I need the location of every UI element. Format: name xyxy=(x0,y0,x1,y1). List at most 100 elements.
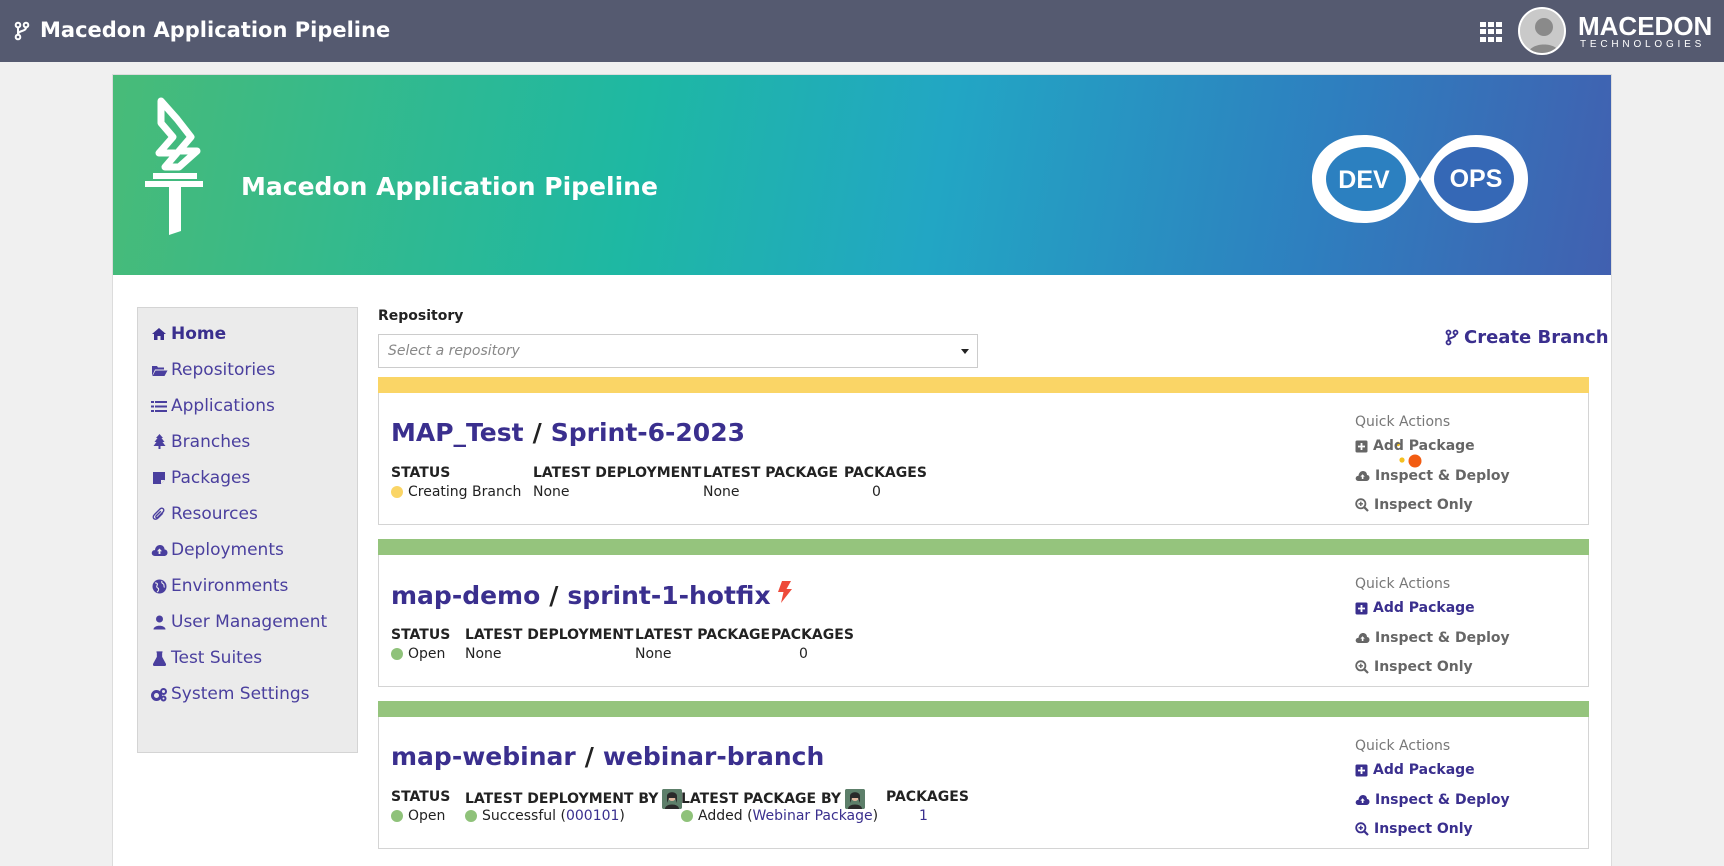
add-package-button[interactable]: Add Package xyxy=(1355,600,1475,616)
status-value: Creating Branch xyxy=(391,484,521,500)
plus-square-icon xyxy=(1355,764,1368,776)
list-icon xyxy=(150,398,168,414)
status-stripe xyxy=(378,377,1589,393)
sidebar-item-label: Test Suites xyxy=(171,648,263,668)
code-branch-icon xyxy=(14,21,30,45)
quick-actions-title: Quick Actions xyxy=(1355,414,1451,430)
repository-select-placeholder: Select a repository xyxy=(388,343,520,359)
main-panel: Macedon Application Pipeline DEV OPS Hom… xyxy=(112,74,1612,866)
status-value: Open xyxy=(391,646,445,662)
quick-actions-title: Quick Actions xyxy=(1355,576,1451,592)
packages-count: 0 xyxy=(872,484,881,500)
status-header: STATUS xyxy=(391,627,451,643)
repo-link[interactable]: map-demo xyxy=(391,581,540,610)
inspect-only-button[interactable]: Inspect Only xyxy=(1355,821,1473,837)
branch-link[interactable]: webinar-branch xyxy=(603,742,824,771)
top-navbar: Macedon Application Pipeline MACEDON TEC… xyxy=(0,0,1724,62)
svg-text:OPS: OPS xyxy=(1450,165,1503,193)
sidebar-item-label: User Management xyxy=(171,612,328,632)
cloud-upload-icon xyxy=(1355,633,1370,643)
cogs-icon xyxy=(150,686,168,702)
search-plus-icon xyxy=(1355,498,1369,512)
latest-package-value: None xyxy=(635,646,672,662)
repository-select[interactable]: Select a repository xyxy=(378,334,978,368)
latest-deployment-value: None xyxy=(465,646,502,662)
app-title: Macedon Application Pipeline xyxy=(40,18,391,42)
status-value: Open xyxy=(391,808,445,824)
sidebar-item-resources[interactable]: Resources xyxy=(150,500,258,528)
sidebar-item-packages[interactable]: Packages xyxy=(150,464,250,492)
user-icon xyxy=(150,614,168,630)
plus-square-icon xyxy=(1355,440,1368,452)
sidebar-item-label: Environments xyxy=(171,576,289,596)
repo-link[interactable]: map-webinar xyxy=(391,742,576,771)
sidebar-item-test-suites[interactable]: Test Suites xyxy=(150,644,262,672)
sidebar-item-label: Packages xyxy=(171,468,251,488)
cloud-upload-icon xyxy=(1355,795,1370,805)
search-plus-icon xyxy=(1355,822,1369,836)
latest-package-by-header: LATEST PACKAGE BY xyxy=(681,789,866,809)
sidebar-item-repositories[interactable]: Repositories xyxy=(150,356,275,384)
sidebar-item-system-settings[interactable]: System Settings xyxy=(150,680,310,708)
sidebar-item-user-management[interactable]: User Management xyxy=(150,608,327,636)
sidebar-item-label: System Settings xyxy=(171,684,310,704)
sidebar-item-branches[interactable]: Branches xyxy=(150,428,250,456)
inspect-deploy-button[interactable]: Inspect & Deploy xyxy=(1355,468,1510,484)
sidebar-item-applications[interactable]: Applications xyxy=(150,392,275,420)
flask-icon xyxy=(150,650,168,666)
company-logo-text: MACEDON xyxy=(1578,11,1713,41)
branch-link[interactable]: Sprint-6-2023 xyxy=(551,418,745,447)
torch-logo-icon xyxy=(139,97,209,247)
code-branch-icon xyxy=(1445,329,1459,346)
sidebar-item-home[interactable]: Home xyxy=(150,320,226,348)
repo-link[interactable]: MAP_Test xyxy=(391,418,524,447)
sidebar-item-deployments[interactable]: Deployments xyxy=(150,536,284,564)
company-logo-subtext: TECHNOLOGIES xyxy=(1580,39,1706,50)
inspect-deploy-button[interactable]: Inspect & Deploy xyxy=(1355,792,1510,808)
inspect-deploy-button[interactable]: Inspect & Deploy xyxy=(1355,630,1510,646)
sidebar-nav: Home Repositories Applications Branches … xyxy=(137,307,358,753)
sidebar-item-label: Applications xyxy=(171,396,275,416)
latest-deployment-value: Successful (000101) xyxy=(465,808,625,824)
branch-title: map-demo / sprint-1-hotfix xyxy=(391,580,793,610)
add-package-button[interactable]: Add Package xyxy=(1355,438,1475,454)
apps-grid-icon[interactable] xyxy=(1480,22,1502,42)
status-dot xyxy=(681,810,693,822)
hero-banner: Macedon Application Pipeline DEV OPS xyxy=(113,75,1611,275)
branch-card: map-demo / sprint-1-hotfix STATUS LATEST… xyxy=(378,539,1589,687)
branch-card: map-webinar / webinar-branch STATUS LATE… xyxy=(378,701,1589,849)
branch-link[interactable]: sprint-1-hotfix xyxy=(567,581,770,610)
add-package-button[interactable]: Add Package xyxy=(1355,762,1475,778)
user-avatar xyxy=(662,789,683,809)
sidebar-item-label: Home xyxy=(171,324,227,344)
latest-package-header: LATEST PACKAGE xyxy=(703,465,839,481)
status-dot xyxy=(465,810,477,822)
branch-title: map-webinar / webinar-branch xyxy=(391,742,825,771)
status-dot xyxy=(391,810,403,822)
user-avatar[interactable] xyxy=(1518,7,1566,55)
packages-header: PACKAGES xyxy=(844,465,927,481)
sidebar-item-label: Repositories xyxy=(171,360,276,380)
branch-card: MAP_Test / Sprint-6-2023 STATUS LATEST D… xyxy=(378,377,1589,525)
status-dot xyxy=(391,486,403,498)
sidebar-item-environments[interactable]: Environments xyxy=(150,572,288,600)
create-branch-button[interactable]: Create Branch xyxy=(1445,327,1609,348)
banner-title: Macedon Application Pipeline xyxy=(241,172,658,201)
inspect-only-button[interactable]: Inspect Only xyxy=(1355,659,1473,675)
latest-deployment-header: LATEST DEPLOYMENT xyxy=(533,465,702,481)
inspect-only-button[interactable]: Inspect Only xyxy=(1355,497,1473,513)
caret-down-icon xyxy=(961,349,969,354)
package-link[interactable]: Webinar Package xyxy=(753,808,873,824)
status-stripe xyxy=(378,539,1589,555)
tree-icon xyxy=(150,434,168,450)
latest-package-value: Added (Webinar Package) xyxy=(681,808,878,824)
sidebar-item-label: Branches xyxy=(171,432,251,452)
deployment-link[interactable]: 000101 xyxy=(566,808,619,824)
status-header: STATUS xyxy=(391,789,451,805)
cloud-upload-icon xyxy=(1355,471,1370,481)
packages-count[interactable]: 1 xyxy=(919,808,928,824)
folder-open-icon xyxy=(150,362,168,378)
status-stripe xyxy=(378,701,1589,717)
hotfix-bolt-icon xyxy=(777,580,793,610)
latest-deployment-by-header: LATEST DEPLOYMENT BY xyxy=(465,789,683,809)
